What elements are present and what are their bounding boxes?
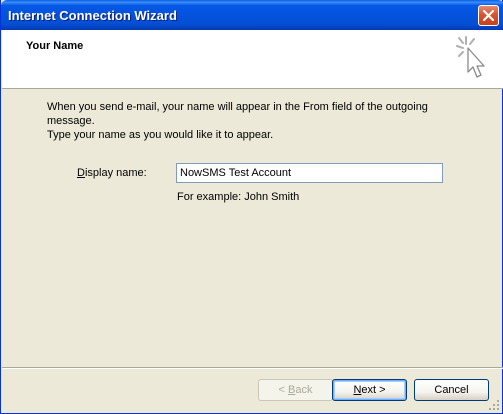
close-button[interactable] (478, 5, 499, 26)
display-name-label-accesskey: D (77, 167, 85, 179)
back-button[interactable]: < Back (258, 379, 333, 401)
back-button-prefix: < (278, 384, 288, 396)
close-icon (483, 10, 494, 21)
wizard-header: Your Name (2, 30, 503, 89)
wizard-window: Internet Connection Wizard Your Name Whe… (0, 0, 503, 414)
footer-divider (2, 367, 503, 369)
window-title: Internet Connection Wizard (8, 8, 177, 23)
display-name-input[interactable] (176, 163, 443, 183)
title-bar[interactable]: Internet Connection Wizard (1, 0, 503, 30)
cancel-button[interactable]: Cancel (414, 379, 489, 401)
intro-line-1: When you send e-mail, your name will app… (47, 101, 428, 127)
wizard-sparkle-cursor-icon (456, 36, 485, 78)
resize-grip-icon[interactable] (488, 399, 500, 411)
example-hint: For example: John Smith (177, 191, 300, 203)
display-name-label: Display name: (77, 167, 147, 179)
display-name-label-text: isplay name: (84, 167, 147, 179)
intro-line-2: Type your name as you would like it to a… (47, 129, 274, 141)
page-title: Your Name (26, 40, 84, 52)
intro-text: When you send e-mail, your name will app… (47, 100, 477, 142)
back-button-label: ack (295, 384, 313, 396)
next-button-label: ext > (361, 384, 386, 396)
next-button[interactable]: Next > (332, 379, 407, 401)
